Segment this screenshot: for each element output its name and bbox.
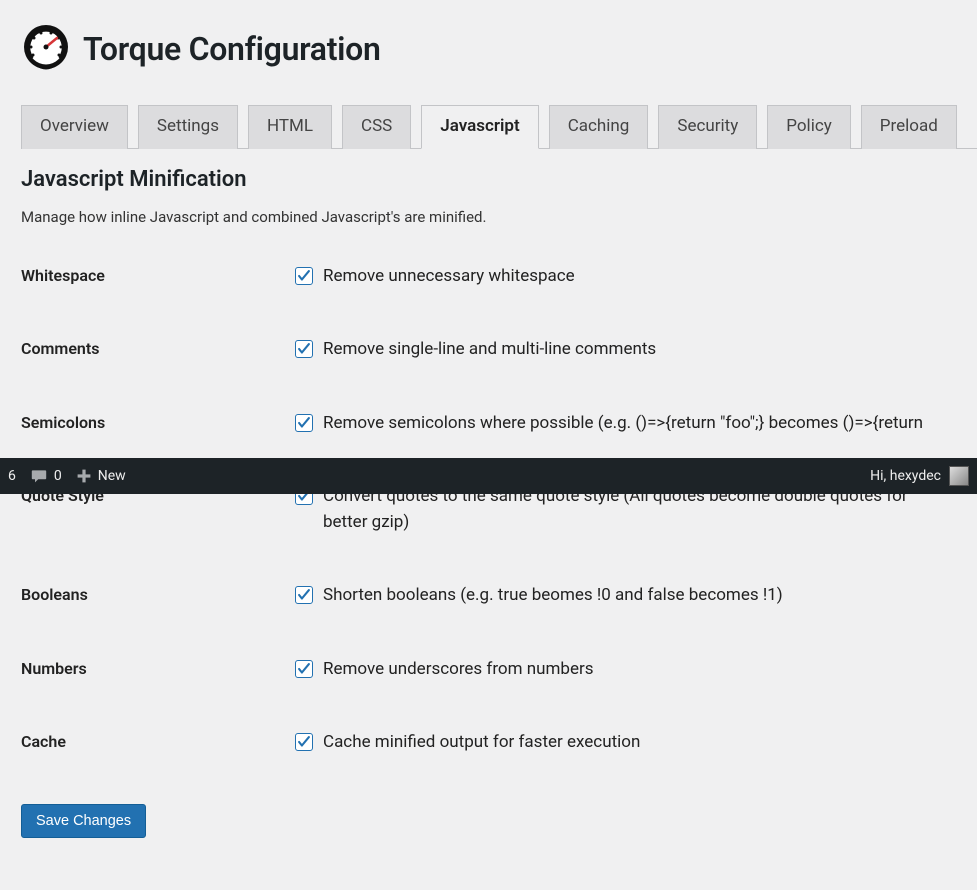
- tab-policy[interactable]: Policy: [767, 105, 851, 149]
- option-row: Comments Remove single-line and multi-lin…: [21, 337, 977, 363]
- save-button[interactable]: Save Changes: [21, 804, 146, 838]
- tab-css[interactable]: CSS: [342, 105, 411, 149]
- checkbox[interactable]: [295, 340, 313, 358]
- user-greeting[interactable]: Hi, hexydec: [870, 468, 941, 484]
- plus-icon: [76, 468, 92, 484]
- tab-overview[interactable]: Overview: [21, 105, 128, 149]
- option-row: Booleans Shorten booleans (e.g. true beom…: [21, 583, 977, 609]
- tab-javascript[interactable]: Javascript: [421, 105, 538, 149]
- new-content-link[interactable]: New: [76, 468, 126, 484]
- option-label[interactable]: Remove unnecessary whitespace: [323, 264, 575, 290]
- tab-security[interactable]: Security: [658, 105, 757, 149]
- option-row: Cache Cache minified output for faster ex…: [21, 730, 977, 756]
- option-label[interactable]: Shorten booleans (e.g. true beomes !0 an…: [323, 583, 783, 609]
- section-description: Manage how inline Javascript and combine…: [21, 208, 977, 226]
- checkbox[interactable]: [295, 267, 313, 285]
- tab-html[interactable]: HTML: [248, 105, 332, 149]
- option-field: Cache minified output for faster executi…: [295, 730, 640, 756]
- gauge-icon: [21, 22, 71, 76]
- option-name: Semicolons: [21, 411, 295, 432]
- checkbox[interactable]: [295, 733, 313, 751]
- tab-preload[interactable]: Preload: [861, 105, 957, 149]
- updates-count[interactable]: 6: [8, 468, 16, 484]
- option-row: Numbers Remove underscores from numbers: [21, 657, 977, 683]
- tab-bar: OverviewSettingsHTMLCSSJavascriptCaching…: [21, 104, 977, 149]
- option-name: Numbers: [21, 657, 295, 678]
- option-name: Comments: [21, 337, 295, 358]
- option-label[interactable]: Cache minified output for faster executi…: [323, 730, 640, 756]
- option-name: Cache: [21, 730, 295, 751]
- admin-bar: 6 0 New Hi, hexydec: [0, 458, 977, 494]
- option-field: Remove underscores from numbers: [295, 657, 594, 683]
- avatar[interactable]: [949, 466, 969, 486]
- option-label[interactable]: Remove underscores from numbers: [323, 657, 594, 683]
- comments-link[interactable]: 0: [30, 468, 62, 484]
- checkbox[interactable]: [295, 660, 313, 678]
- option-label[interactable]: Remove semicolons where possible (e.g. (…: [323, 411, 923, 437]
- comment-icon: [30, 468, 48, 484]
- option-field: Remove semicolons where possible (e.g. (…: [295, 411, 923, 437]
- option-field: Remove unnecessary whitespace: [295, 264, 575, 290]
- page-header: Torque Configuration: [21, 22, 977, 76]
- option-row: Whitespace Remove unnecessary whitespace: [21, 264, 977, 290]
- section-title: Javascript Minification: [21, 167, 977, 192]
- checkbox[interactable]: [295, 586, 313, 604]
- option-name: Whitespace: [21, 264, 295, 285]
- option-field: Shorten booleans (e.g. true beomes !0 an…: [295, 583, 783, 609]
- tab-caching[interactable]: Caching: [549, 105, 649, 149]
- tab-settings[interactable]: Settings: [138, 105, 238, 149]
- checkbox[interactable]: [295, 414, 313, 432]
- options-form: Whitespace Remove unnecessary whitespace C…: [21, 264, 977, 756]
- option-field: Remove single-line and multi-line commen…: [295, 337, 656, 363]
- option-name: Booleans: [21, 583, 295, 604]
- page-title: Torque Configuration: [83, 30, 381, 68]
- option-label[interactable]: Remove single-line and multi-line commen…: [323, 337, 656, 363]
- option-row: Semicolons Remove semicolons where possib…: [21, 411, 977, 437]
